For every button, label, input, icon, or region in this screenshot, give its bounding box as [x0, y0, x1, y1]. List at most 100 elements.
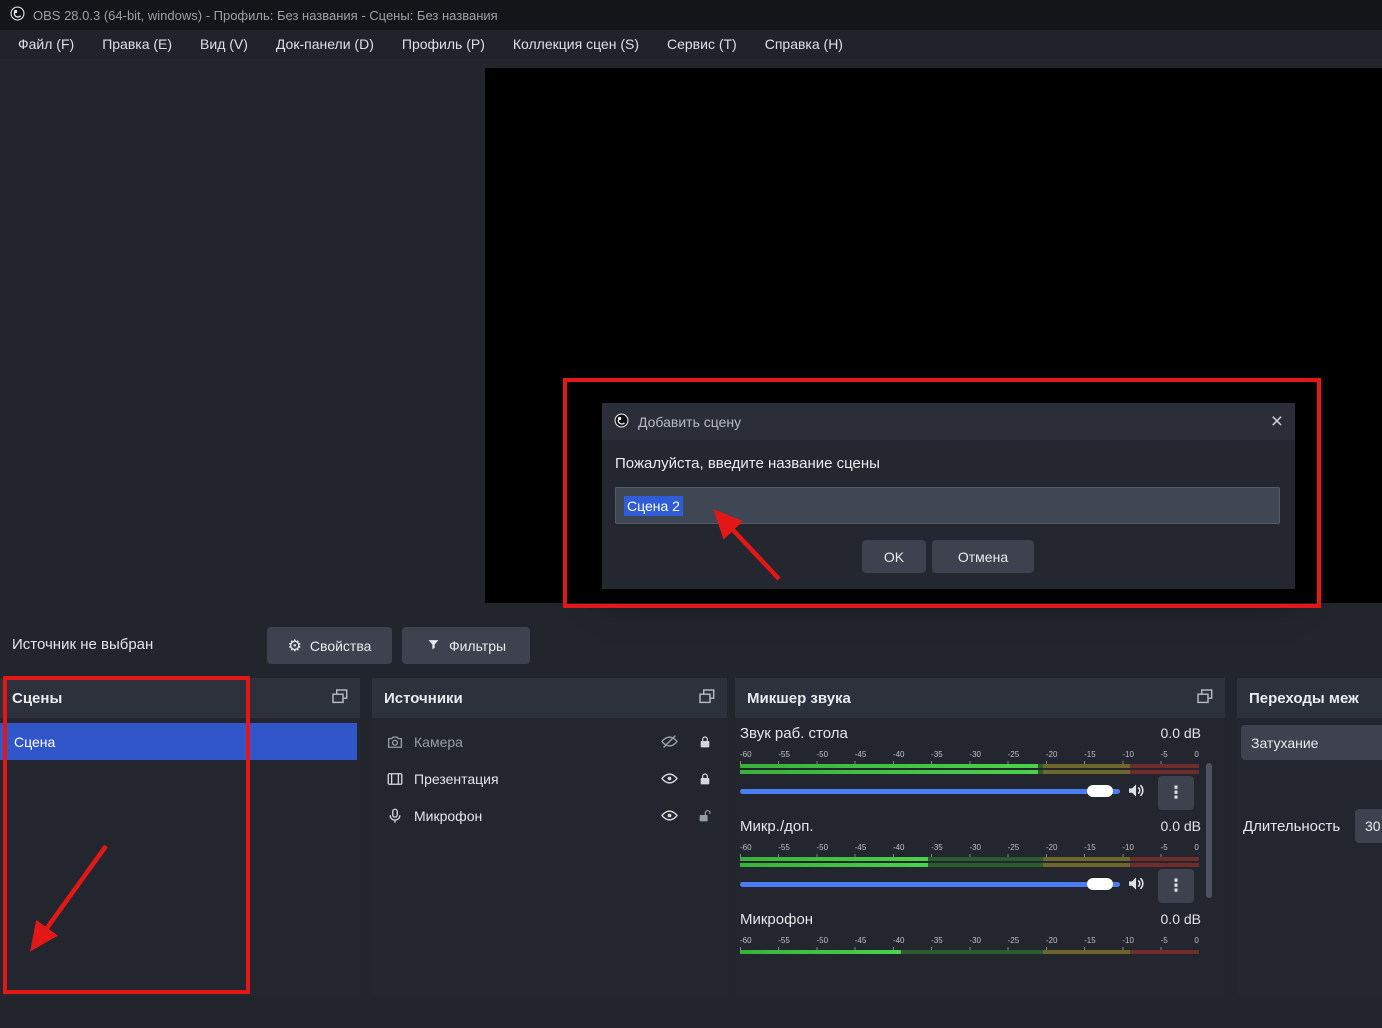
dock-popout-icon[interactable] [1197, 689, 1213, 708]
meter-tick: -35 [931, 936, 943, 945]
filter-icon [426, 637, 441, 655]
dialog-title: Добавить сцену [638, 414, 741, 430]
meter-tick: -30 [969, 936, 981, 945]
meter-tick: -60 [740, 843, 752, 852]
volume-slider[interactable] [740, 882, 1120, 887]
audio-mixer-dock: Микшер звука Звук раб. стола 0.0 dB -60-… [735, 678, 1225, 996]
transitions-dock: Переходы меж Затухание Длительность 30 [1237, 678, 1382, 996]
meter-tick: -50 [816, 843, 828, 852]
mixer-scroll-area: Звук раб. стола 0.0 dB -60-55-50-45-40-3… [735, 718, 1225, 955]
sources-dock: Источники Камера [372, 678, 727, 996]
cancel-button[interactable]: Отмена [932, 540, 1034, 573]
volume-slider-handle[interactable] [1087, 785, 1113, 797]
menu-help[interactable]: Справка (H) [751, 30, 857, 59]
meter-tick: -35 [931, 843, 943, 852]
meter-scale: -60-55-50-45-40-35-30-25-20-15-10-50 [740, 750, 1199, 759]
lock-icon[interactable] [697, 771, 713, 787]
mixer-dock-title: Микшер звука [747, 690, 851, 707]
meter-bar-left [740, 950, 1199, 954]
dock-popout-icon[interactable] [699, 689, 715, 708]
speaker-icon[interactable] [1126, 780, 1147, 804]
scene-label: Сцена [14, 734, 55, 750]
menu-file[interactable]: Файл (F) [4, 30, 88, 59]
meter-tick: -55 [778, 936, 790, 945]
transition-select[interactable]: Затухание [1241, 725, 1382, 760]
eye-icon[interactable] [660, 769, 679, 788]
mixer-scrollbar[interactable] [1206, 763, 1212, 898]
meter-tick: -55 [778, 750, 790, 759]
titlebar: OBS 28.0.3 (64-bit, windows) - Профиль: … [0, 0, 1382, 30]
volume-slider-handle[interactable] [1087, 878, 1113, 890]
lock-icon[interactable] [697, 734, 713, 750]
sources-list: Камера Презентация [372, 718, 727, 996]
meter-tick: -15 [1084, 750, 1096, 759]
gear-icon: ⚙ [288, 638, 302, 654]
meter-tick: -5 [1161, 750, 1168, 759]
speaker-icon[interactable] [1126, 873, 1147, 897]
meter-tick: -15 [1084, 843, 1096, 852]
meter-tick: -50 [816, 750, 828, 759]
channel-menu-button[interactable]: ⋮ [1158, 869, 1194, 903]
volume-slider[interactable] [740, 789, 1120, 794]
menu-view[interactable]: Вид (V) [186, 30, 262, 59]
dock-popout-icon[interactable] [332, 689, 348, 708]
meter-tick: 0 [1194, 750, 1198, 759]
meter-bar-right [740, 770, 1199, 774]
meter-tick: -10 [1122, 936, 1134, 945]
meter-tick: -25 [1008, 843, 1020, 852]
mixer-channel-mic-aux: Микр./доп. 0.0 dB -60-55-50-45-40-35-30-… [735, 818, 1225, 911]
filters-button[interactable]: Фильтры [402, 627, 530, 664]
mixer-channel-microphone: Микрофон 0.0 dB -60-55-50-45-40-35-30-25… [735, 911, 1225, 955]
meter-tick: -10 [1122, 750, 1134, 759]
duration-label: Длительность [1243, 818, 1340, 835]
no-source-selected-label: Источник не выбран [12, 636, 153, 653]
transitions-body: Затухание Длительность 30 [1237, 718, 1382, 996]
meter-tick: -60 [740, 750, 752, 759]
menu-profile[interactable]: Профиль (P) [388, 30, 499, 59]
scenes-dock-header: Сцены [0, 678, 360, 718]
close-icon[interactable]: × [1271, 411, 1283, 432]
meter-tick: -20 [1046, 750, 1058, 759]
transitions-dock-header: Переходы меж [1237, 678, 1382, 718]
obs-logo-icon [614, 413, 629, 431]
properties-button[interactable]: ⚙ Свойства [267, 627, 392, 664]
obs-window: OBS 28.0.3 (64-bit, windows) - Профиль: … [0, 0, 1382, 1028]
source-label: Микрофон [414, 808, 650, 824]
sources-dock-title: Источники [384, 690, 463, 707]
meter-tick: -45 [855, 750, 867, 759]
channel-menu-button[interactable]: ⋮ [1158, 776, 1194, 810]
eye-off-icon[interactable] [660, 732, 679, 751]
meter-tick: -5 [1161, 843, 1168, 852]
add-scene-dialog: Добавить сцену × Пожалуйста, введите наз… [602, 403, 1295, 589]
menu-tools[interactable]: Сервис (T) [653, 30, 751, 59]
selected-text: Сцена 2 [624, 496, 683, 516]
source-row-presentation[interactable]: Презентация [372, 760, 727, 797]
scene-list-item[interactable]: Сцена [0, 723, 357, 760]
dots-vertical-icon: ⋮ [1168, 785, 1185, 802]
menu-scene-collection[interactable]: Коллекция сцен (S) [499, 30, 653, 59]
meter-tick: -60 [740, 936, 752, 945]
channel-db-value: 0.0 dB [1161, 818, 1201, 834]
window-title: OBS 28.0.3 (64-bit, windows) - Профиль: … [33, 8, 498, 23]
menu-docks[interactable]: Док-панели (D) [262, 30, 388, 59]
scenes-dock: Сцены Сцена [0, 678, 360, 996]
channel-label: Микрофон [740, 911, 813, 928]
meter-tick: -10 [1122, 843, 1134, 852]
unlock-icon[interactable] [697, 808, 713, 824]
meter-tick: -45 [855, 936, 867, 945]
meter-tick: -40 [893, 936, 905, 945]
microphone-icon [386, 807, 404, 825]
ok-button[interactable]: OK [862, 540, 926, 573]
duration-spinbox[interactable]: 30 [1355, 809, 1382, 843]
source-row-microphone[interactable]: Микрофон [372, 797, 727, 834]
meter-tick: -5 [1161, 936, 1168, 945]
source-label: Камера [414, 734, 650, 750]
scene-name-input[interactable]: Сцена 2 [615, 487, 1280, 524]
channel-db-value: 0.0 dB [1161, 725, 1201, 741]
camera-icon [386, 733, 404, 751]
meter-scale: -60-55-50-45-40-35-30-25-20-15-10-50 [740, 843, 1199, 852]
meter-tick: -50 [816, 936, 828, 945]
menu-edit[interactable]: Правка (E) [88, 30, 186, 59]
eye-icon[interactable] [660, 806, 679, 825]
source-row-camera[interactable]: Камера [372, 723, 727, 760]
